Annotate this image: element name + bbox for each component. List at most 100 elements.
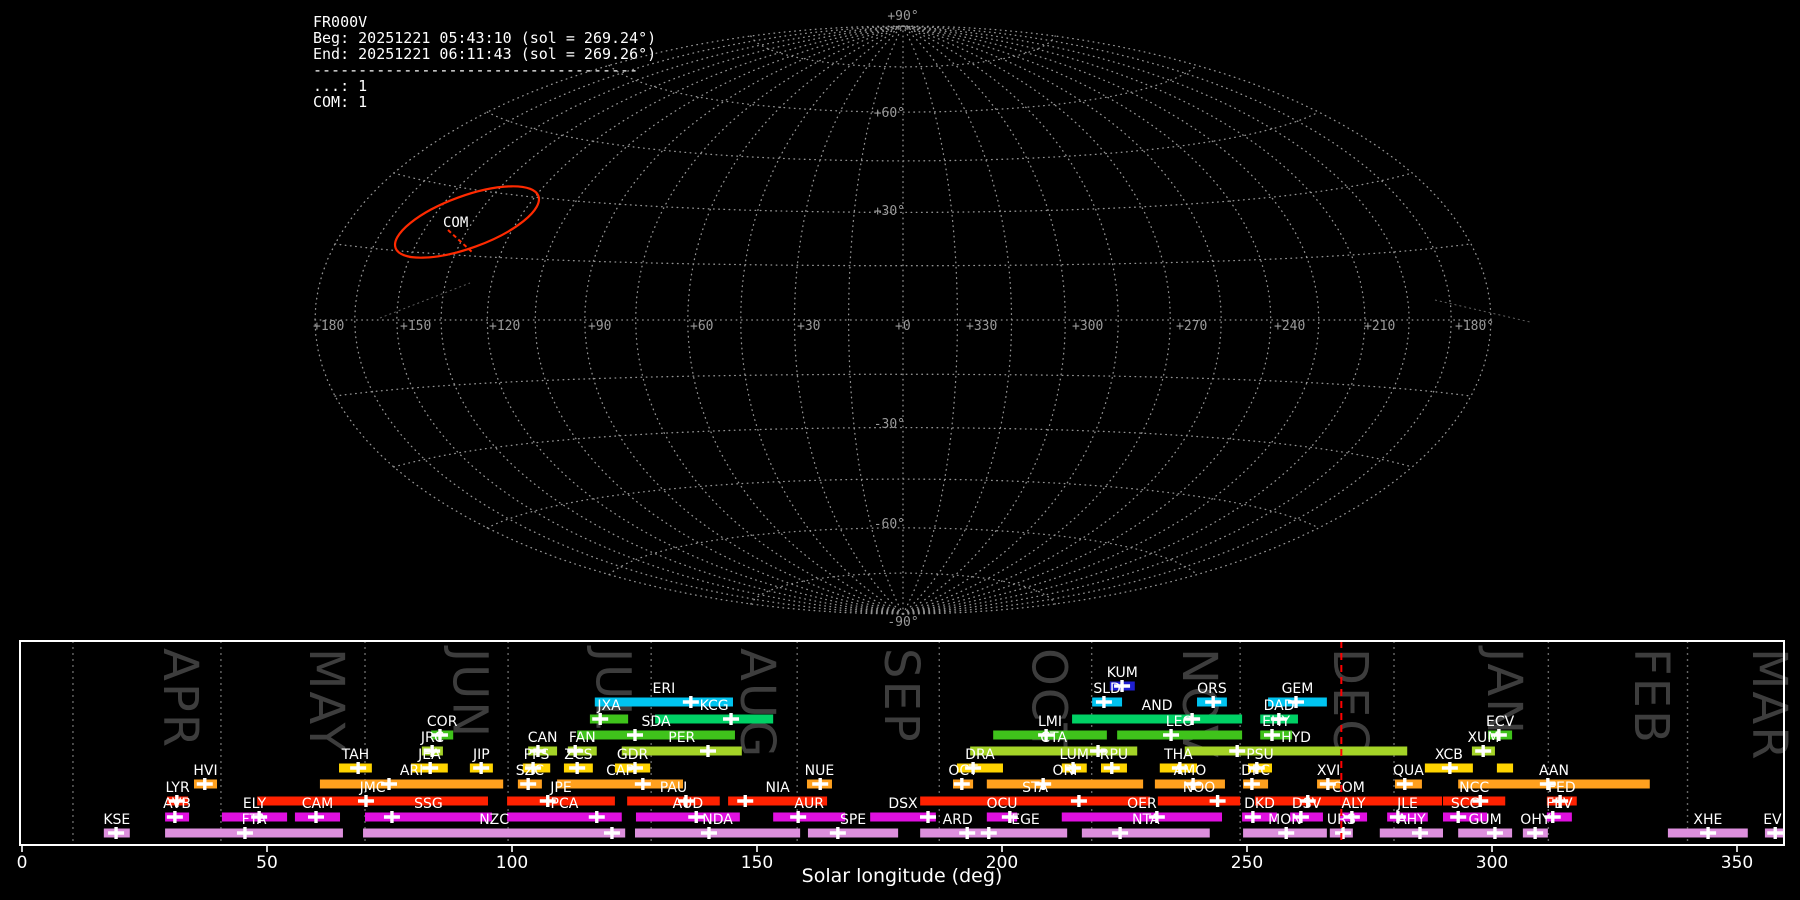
shower-label: PAU [660,780,687,796]
shower-label: EHY [1262,714,1290,730]
shower-label: DSX [888,796,918,812]
axis-tick-label: 0 [17,853,28,873]
shower-label: ERI [653,681,676,697]
shower-label: KCG [700,698,729,714]
shower-label: DSV [1292,796,1322,812]
shower-label: QUA [1393,763,1424,779]
shower-label: LMI [1038,714,1062,730]
shower-label: NDA [702,812,733,828]
shower-bar [807,828,899,838]
shower-label: KUM [1107,665,1138,681]
shower-label: FTA [242,812,267,828]
shower-label: DAD [1264,698,1295,714]
shower-bar [1072,714,1243,724]
shower-bar [1379,828,1443,838]
shower-label: PCA [551,796,579,812]
month-label: MAY [298,648,354,754]
shower-label: SCC [1451,796,1480,812]
shower-bar [1117,730,1243,740]
shower-label: LEO [1166,714,1194,730]
shower-label: ZCS [564,747,592,763]
shower-label: OHY [1520,812,1551,828]
shower-label: TAH [341,747,370,763]
shower-label: AMO [1174,763,1207,779]
shower-label: XCB [1435,747,1463,763]
axis-tick-label: 100 [496,853,528,873]
shower-label: NZC [479,812,509,828]
shower-label: HVI [193,763,217,779]
shower-label: FAN [569,730,596,746]
shower-label: PER [668,730,695,746]
shower-label: GUM [1469,812,1502,828]
x-axis-title: Solar longitude (deg) [802,865,1003,887]
shower-label: JIP [472,747,490,763]
axis-tick-label: 50 [256,853,278,873]
shower-label: XUM [1467,730,1499,746]
shower-label: JMC [359,780,386,796]
shower-label: SZC [516,763,544,779]
shower-bar [634,828,801,838]
shower-bar [773,812,846,822]
shower-label: DPC [1241,763,1270,779]
shower-label: DRA [965,747,995,763]
month-label: FEB [1623,648,1679,745]
shower-label: SSG [414,796,443,812]
shower-bar [1081,828,1210,838]
meteor-activity-screen: FR000V Beg: 20251221 05:43:10 (sol = 269… [0,0,1800,900]
shower-label: ECV [1486,714,1515,730]
shower-bar [655,714,774,724]
shower-label: COR [427,714,458,730]
shower-label: PSU [1246,747,1274,763]
shower-label: CAN [528,730,558,746]
shower-label: THA [1163,747,1193,763]
shower-label: CAP [606,763,634,779]
shower-label: GEM [1282,681,1314,697]
shower-label: ARI [400,763,423,779]
shower-label: ORI [1053,763,1078,779]
shower-label: ALY [1342,796,1367,812]
shower-label: STA [1022,780,1048,796]
shower-label: XHE [1693,812,1722,828]
shower-label: GDR [617,747,649,763]
shower-label: JPE [549,780,571,796]
shower-bar [1496,763,1514,773]
shower-label: XVI [1317,763,1340,779]
month-label: MAR [1741,648,1797,762]
shower-label: KSE [103,812,130,828]
month-label: APR [152,648,208,749]
shower-label: NTA [1132,812,1160,828]
shower-label: ELY [243,796,267,812]
shower-label: FEV [1546,796,1573,812]
shower-label: NOO [1183,780,1216,796]
shower-label: EVI [1763,812,1786,828]
shower-label: PPS [524,747,550,763]
shower-label: FED [1548,780,1576,796]
shower-label: AVB [163,796,191,812]
axis-tick-label: 300 [1476,853,1508,873]
axis-tick-label: 150 [741,853,773,873]
shower-label: JEA [417,747,441,763]
shower-label: CTA [1040,730,1067,746]
shower-label: HYD [1281,730,1311,746]
activity-chart: APR MAY JUN JUL AUG SEP OCT NOV DEC JAN FEB MARKUME… [17,640,1797,887]
shower-label: OER [1127,796,1157,812]
shower-label: EGE [1011,812,1040,828]
shower-label: AHY [1397,812,1426,828]
shower-label: RPU [1100,747,1128,763]
shower-label: JLE [1396,796,1418,812]
shower-label: ORS [1197,681,1227,697]
shower-label: AUD [673,796,704,812]
axis-tick-label: 350 [1721,853,1753,873]
shower-bar [1458,828,1513,838]
shower-label: OCU [986,796,1017,812]
shower-label: JRC [420,730,444,746]
shower-label: NIA [765,780,790,796]
month-label: DEC [1322,648,1378,755]
shower-bar [1157,796,1241,806]
shower-label: AAN [1539,763,1569,779]
shower-label: CAM [302,796,333,812]
shower-label: MON [1268,812,1302,828]
shower-bar [920,796,1150,806]
shower-label: OCT [948,763,978,779]
shower-label: SPE [840,812,866,828]
